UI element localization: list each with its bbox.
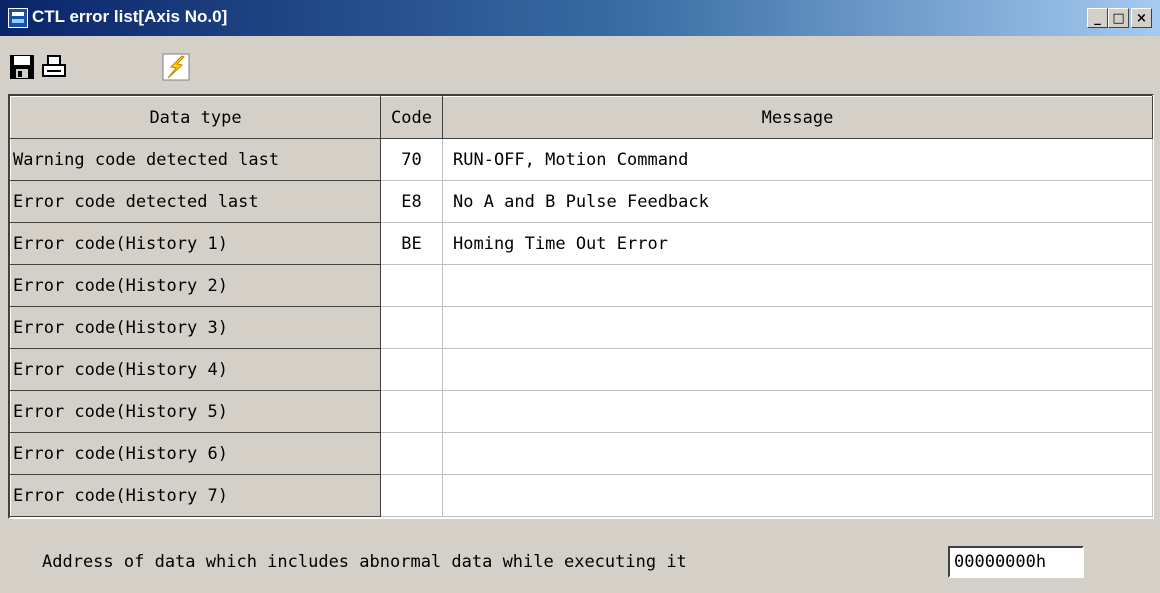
message-cell[interactable] bbox=[442, 306, 1153, 349]
column-header-message[interactable]: Message bbox=[442, 96, 1153, 139]
code-cell[interactable] bbox=[380, 432, 443, 475]
minimize-button[interactable]: _ bbox=[1087, 8, 1108, 28]
table-row[interactable]: Warning code detected last 70 RUN-OFF, M… bbox=[10, 138, 1153, 181]
message-cell[interactable]: RUN-OFF, Motion Command bbox=[442, 138, 1153, 181]
row-label: Error code(History 5) bbox=[10, 390, 381, 433]
row-label: Error code(History 6) bbox=[10, 432, 381, 475]
table-row[interactable]: Error code(History 3) bbox=[10, 306, 1153, 349]
row-label: Error code(History 2) bbox=[10, 264, 381, 307]
print-icon bbox=[42, 55, 66, 77]
maximize-button[interactable]: □ bbox=[1108, 8, 1129, 28]
message-cell[interactable]: No A and B Pulse Feedback bbox=[442, 180, 1153, 223]
table-row[interactable]: Error code(History 7) bbox=[10, 474, 1153, 517]
table-row[interactable]: Error code(History 2) bbox=[10, 264, 1153, 307]
execute-button[interactable] bbox=[162, 53, 190, 81]
print-button[interactable] bbox=[40, 53, 68, 81]
message-cell[interactable]: Homing Time Out Error bbox=[442, 222, 1153, 265]
row-label: Error code(History 1) bbox=[10, 222, 381, 265]
message-cell[interactable] bbox=[442, 348, 1153, 391]
table-row[interactable]: Error code(History 6) bbox=[10, 432, 1153, 475]
row-label: Error code(History 3) bbox=[10, 306, 381, 349]
lightning-icon bbox=[162, 53, 190, 81]
code-cell[interactable] bbox=[380, 390, 443, 433]
code-cell[interactable]: E8 bbox=[380, 180, 443, 223]
code-cell[interactable]: BE bbox=[380, 222, 443, 265]
code-cell[interactable]: 70 bbox=[380, 138, 443, 181]
table-row[interactable]: Error code(History 1) BE Homing Time Out… bbox=[10, 222, 1153, 265]
row-label: Error code(History 7) bbox=[10, 474, 381, 517]
abnormal-address-field[interactable]: 00000000h bbox=[948, 546, 1084, 578]
code-cell[interactable] bbox=[380, 306, 443, 349]
table-row[interactable]: Error code detected last E8 No A and B P… bbox=[10, 180, 1153, 223]
message-cell[interactable] bbox=[442, 264, 1153, 307]
row-label: Warning code detected last bbox=[10, 138, 381, 181]
table-row[interactable]: Error code(History 5) bbox=[10, 390, 1153, 433]
message-cell[interactable] bbox=[442, 432, 1153, 475]
abnormal-address-label: Address of data which includes abnormal … bbox=[42, 552, 687, 572]
message-cell[interactable] bbox=[442, 474, 1153, 517]
code-cell[interactable] bbox=[380, 474, 443, 517]
close-button[interactable]: × bbox=[1131, 8, 1152, 28]
row-label: Error code detected last bbox=[10, 180, 381, 223]
message-cell[interactable] bbox=[442, 390, 1153, 433]
code-cell[interactable] bbox=[380, 264, 443, 307]
column-header-code[interactable]: Code bbox=[380, 96, 443, 139]
window-title: CTL error list[Axis No.0] bbox=[32, 7, 228, 26]
window-controls: _ □ × bbox=[1087, 8, 1152, 28]
save-icon bbox=[10, 55, 34, 79]
app-icon[interactable] bbox=[8, 8, 28, 28]
ctl-error-list-window: CTL error list[Axis No.0] _ □ × Data typ… bbox=[0, 0, 1160, 593]
column-header-data-type[interactable]: Data type bbox=[10, 96, 381, 139]
code-cell[interactable] bbox=[380, 348, 443, 391]
title-bar[interactable]: CTL error list[Axis No.0] _ □ × bbox=[0, 0, 1160, 36]
table-row[interactable]: Error code(History 4) bbox=[10, 348, 1153, 391]
table-header-row: Data type Code Message bbox=[10, 96, 1153, 139]
row-label: Error code(History 4) bbox=[10, 348, 381, 391]
error-table: Data type Code Message Warning code dete… bbox=[8, 94, 1154, 519]
save-button[interactable] bbox=[8, 53, 36, 81]
